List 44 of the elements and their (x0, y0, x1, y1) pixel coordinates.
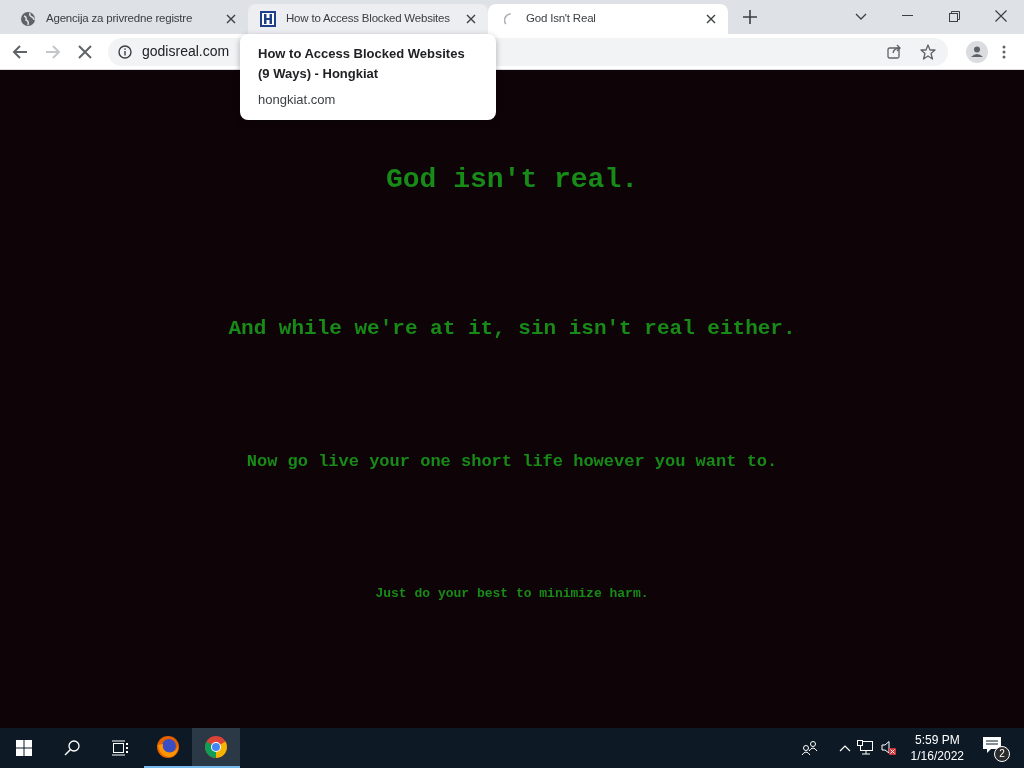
browser-tab[interactable]: Agencija za privredne registre (8, 4, 248, 34)
logo-icon (260, 11, 276, 27)
browser-tab[interactable]: God Isn't Real (488, 4, 728, 34)
close-icon[interactable] (706, 14, 716, 24)
clock-date: 1/16/2022 (910, 748, 964, 764)
page-text: God isn't real. (385, 166, 638, 194)
close-icon[interactable] (466, 14, 476, 24)
star-icon[interactable] (920, 43, 936, 60)
firefox-icon (156, 735, 180, 759)
chevron-up-icon[interactable] (838, 744, 851, 752)
share-icon[interactable] (887, 44, 902, 59)
network-icon[interactable] (856, 740, 873, 756)
page-text: And while we're at it, sin isn't real either. (228, 318, 796, 339)
stop-icon[interactable] (78, 44, 92, 59)
tab-title: How to Access Blocked Websites (286, 11, 451, 27)
task-view-icon[interactable] (111, 740, 129, 756)
tooltip-domain: hongkiat.com (258, 91, 337, 109)
tab-title: God Isn't Real (526, 11, 597, 27)
url-text: godisreal.com (142, 42, 230, 61)
back-arrow-icon[interactable] (12, 43, 28, 60)
windows-icon (16, 740, 32, 756)
profile-icon[interactable] (966, 40, 988, 63)
clock-time: 5:59 PM (914, 732, 960, 748)
browser-tab[interactable]: How to Access Blocked Websites (248, 4, 488, 34)
chrome-icon (204, 735, 228, 759)
close-icon[interactable] (226, 14, 236, 24)
page-text: Just do your best to minimize harm. (375, 587, 649, 600)
menu-icon[interactable] (1002, 44, 1006, 59)
spinner-icon (504, 13, 512, 25)
page-text: Now go live your one short life however you want to. (246, 453, 778, 470)
search-icon[interactable] (64, 740, 80, 756)
clock[interactable]: 5:59 PM 1/16/2022 (910, 732, 964, 764)
people-icon[interactable] (800, 740, 819, 756)
chevron-down-icon[interactable] (855, 13, 867, 21)
globe-icon (20, 11, 36, 27)
notification-count: 2 (994, 746, 1010, 762)
tab-title: Agencija za privredne registre (46, 11, 194, 27)
close-icon[interactable] (995, 10, 1007, 22)
muted-speaker-icon[interactable] (880, 740, 897, 756)
new-tab-icon[interactable] (743, 10, 757, 24)
taskbar-app[interactable] (192, 728, 240, 768)
restore-icon[interactable] (949, 11, 960, 22)
info-icon[interactable] (118, 44, 132, 59)
minimize-icon[interactable] (902, 15, 913, 17)
